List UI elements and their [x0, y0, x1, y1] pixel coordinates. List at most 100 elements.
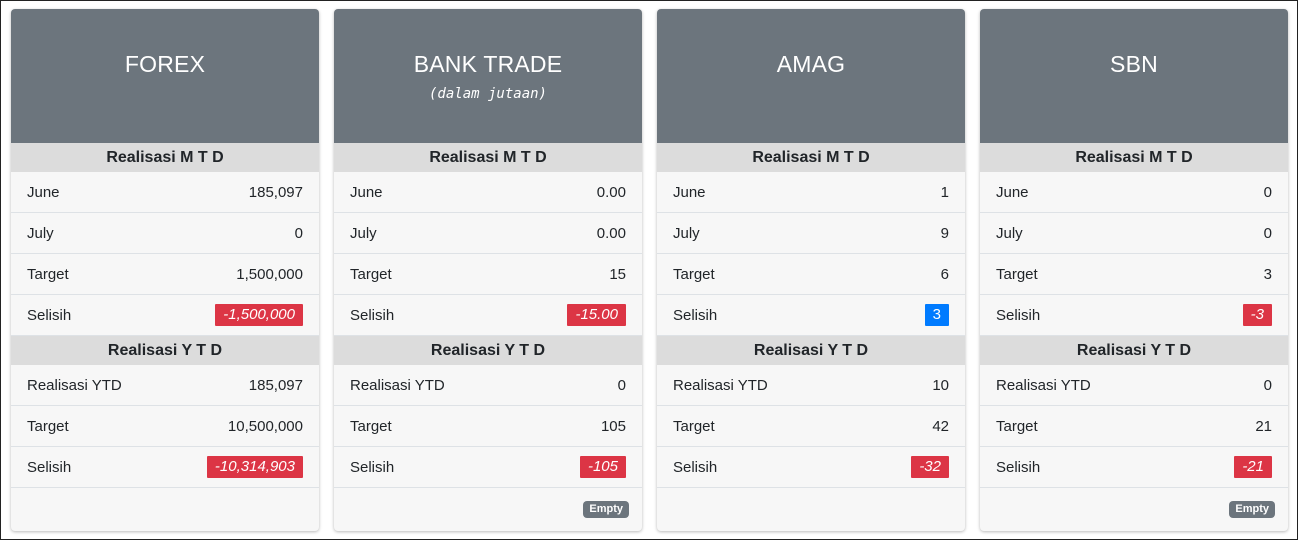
row-label: Selisih — [996, 306, 1041, 324]
selisih-badge: 3 — [924, 304, 949, 326]
ytd-row-realisasi: Realisasi YTD 0 — [980, 365, 1288, 406]
card-header: BANK TRADE (dalam jutaan) — [334, 9, 642, 143]
mtd-heading: Realisasi M T D — [334, 143, 642, 172]
row-value: 0 — [1263, 183, 1272, 201]
mtd-row-target: Target 3 — [980, 254, 1288, 295]
selisih-badge: -10,314,903 — [206, 456, 303, 478]
mtd-row-july: July 9 — [657, 213, 965, 254]
card-title: FOREX — [124, 51, 206, 77]
card-title: BANK TRADE — [413, 51, 563, 77]
row-label: Selisih — [673, 306, 718, 324]
mtd-heading: Realisasi M T D — [657, 143, 965, 172]
row-label: Target — [673, 417, 715, 435]
selisih-badge: -1,500,000 — [215, 304, 303, 326]
mtd-row-selisih: Selisih -1,500,000 — [11, 295, 319, 336]
row-label: June — [27, 183, 60, 201]
row-value: 0 — [1263, 376, 1272, 394]
card-header: SBN — [980, 9, 1288, 143]
mtd-row-selisih: Selisih -3 — [980, 295, 1288, 336]
card-subtitle: (dalam jutaan) — [428, 86, 547, 102]
mtd-row-target: Target 6 — [657, 254, 965, 295]
mtd-row-july: July 0 — [980, 213, 1288, 254]
row-value: 42 — [932, 417, 949, 435]
row-value: 0 — [294, 224, 303, 242]
card-bank-trade: BANK TRADE (dalam jutaan) Realisasi M T … — [334, 9, 642, 531]
row-label: Realisasi YTD — [27, 376, 122, 394]
card-header: FOREX — [11, 9, 319, 143]
card-amag: AMAG Realisasi M T D June 1 July 9 Target 6… — [657, 9, 965, 531]
row-label: Target — [350, 265, 392, 283]
card-row: FOREX Realisasi M T D June 185,097 July 0 … — [11, 9, 1288, 531]
row-value: 0 — [617, 376, 626, 394]
row-value: 15 — [609, 265, 626, 283]
row-label: Selisih — [350, 458, 395, 476]
row-value: 10 — [932, 376, 949, 394]
selisih-badge: -15.00 — [567, 304, 626, 326]
ytd-row-selisih: Selisih -32 — [657, 447, 965, 488]
selisih-badge: -32 — [911, 456, 949, 478]
dashboard-frame: FOREX Realisasi M T D June 185,097 July 0 … — [0, 0, 1298, 540]
row-value: 1,500,000 — [236, 265, 303, 283]
row-label: Realisasi YTD — [350, 376, 445, 394]
ytd-heading: Realisasi Y T D — [980, 336, 1288, 365]
card-forex: FOREX Realisasi M T D June 185,097 July 0 … — [11, 9, 319, 531]
ytd-row-target: Target 21 — [980, 406, 1288, 447]
card-title: AMAG — [776, 51, 846, 77]
ytd-heading: Realisasi Y T D — [334, 336, 642, 365]
mtd-row-june: June 0.00 — [334, 172, 642, 213]
ytd-row-selisih: Selisih -105 — [334, 447, 642, 488]
selisih-badge: -105 — [579, 456, 626, 478]
row-value: 185,097 — [248, 376, 303, 394]
ytd-row-selisih: Selisih -10,314,903 — [11, 447, 319, 488]
mtd-row-june: June 1 — [657, 172, 965, 213]
card-footer: Empty — [334, 488, 642, 531]
row-label: Target — [996, 265, 1038, 283]
row-label: July — [996, 224, 1023, 242]
mtd-heading: Realisasi M T D — [11, 143, 319, 172]
mtd-row-target: Target 1,500,000 — [11, 254, 319, 295]
row-label: July — [673, 224, 700, 242]
row-label: Target — [350, 417, 392, 435]
row-label: Target — [996, 417, 1038, 435]
row-value: 0.00 — [596, 224, 626, 242]
row-label: June — [996, 183, 1029, 201]
card-sbn: SBN Realisasi M T D June 0 July 0 Target 3 … — [980, 9, 1288, 531]
ytd-row-realisasi: Realisasi YTD 0 — [334, 365, 642, 406]
row-label: Realisasi YTD — [996, 376, 1091, 394]
row-label: Selisih — [673, 458, 718, 476]
row-value: 185,097 — [248, 183, 303, 201]
mtd-row-selisih: Selisih 3 — [657, 295, 965, 336]
ytd-row-realisasi: Realisasi YTD 10 — [657, 365, 965, 406]
row-label: Target — [27, 265, 69, 283]
row-label: Realisasi YTD — [673, 376, 768, 394]
row-label: Selisih — [350, 306, 395, 324]
ytd-row-target: Target 105 — [334, 406, 642, 447]
mtd-row-june: June 185,097 — [11, 172, 319, 213]
ytd-heading: Realisasi Y T D — [657, 336, 965, 365]
row-label: Target — [673, 265, 715, 283]
row-label: Selisih — [27, 458, 72, 476]
mtd-row-selisih: Selisih -15.00 — [334, 295, 642, 336]
row-label: July — [350, 224, 377, 242]
selisih-badge: -3 — [1242, 304, 1272, 326]
row-label: Selisih — [27, 306, 72, 324]
row-label: Selisih — [996, 458, 1041, 476]
mtd-row-july: July 0 — [11, 213, 319, 254]
card-footer: Empty — [980, 488, 1288, 531]
ytd-row-realisasi: Realisasi YTD 185,097 — [11, 365, 319, 406]
selisih-badge: -21 — [1234, 456, 1272, 478]
ytd-row-selisih: Selisih -21 — [980, 447, 1288, 488]
row-value: 0.00 — [596, 183, 626, 201]
row-value: 10,500,000 — [227, 417, 303, 435]
card-header: AMAG — [657, 9, 965, 143]
empty-badge: Empty — [583, 501, 629, 518]
row-value: 0 — [1263, 224, 1272, 242]
ytd-row-target: Target 42 — [657, 406, 965, 447]
row-value: 3 — [1263, 265, 1272, 283]
card-footer — [657, 488, 965, 521]
row-label: Target — [27, 417, 69, 435]
row-value: 105 — [600, 417, 626, 435]
ytd-row-target: Target 10,500,000 — [11, 406, 319, 447]
row-label: July — [27, 224, 54, 242]
card-title: SBN — [1110, 51, 1158, 77]
